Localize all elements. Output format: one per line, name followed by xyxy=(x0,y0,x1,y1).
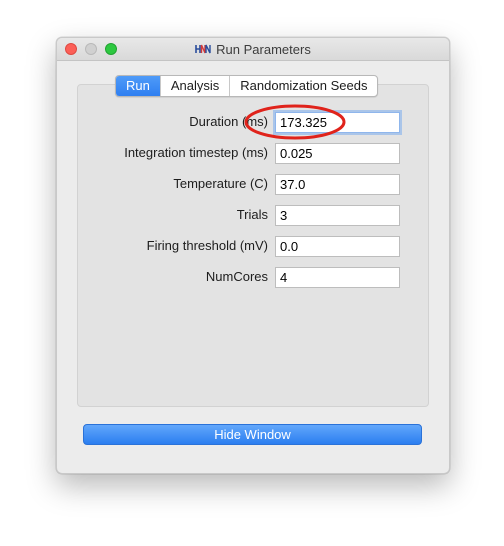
field-row-temperature: Temperature (C) 37.0 xyxy=(78,174,428,195)
field-row-firing-threshold: Firing threshold (mV) 0.0 xyxy=(78,236,428,257)
temperature-label: Temperature (C) xyxy=(173,176,268,191)
field-row-trials: Trials 3 xyxy=(78,205,428,226)
window-title-group: Run Parameters xyxy=(57,38,449,60)
firing-threshold-input[interactable]: 0.0 xyxy=(275,236,400,257)
hide-window-button[interactable]: Hide Window xyxy=(83,424,422,445)
tab-randomization-seeds[interactable]: Randomization Seeds xyxy=(229,76,377,96)
field-row-numcores: NumCores 4 xyxy=(78,267,428,288)
firing-threshold-label: Firing threshold (mV) xyxy=(146,238,268,253)
integration-timestep-input[interactable]: 0.025 xyxy=(275,143,400,164)
trials-input[interactable]: 3 xyxy=(275,205,400,226)
trials-label: Trials xyxy=(236,207,268,222)
title-bar[interactable]: Run Parameters xyxy=(57,38,449,61)
tab-analysis[interactable]: Analysis xyxy=(159,76,229,96)
duration-label: Duration (ms) xyxy=(189,114,268,129)
duration-input[interactable]: 173.325 xyxy=(275,112,400,133)
tab-content-panel: Duration (ms) 173.325 Integration timest… xyxy=(77,84,429,407)
field-row-integration-timestep: Integration timestep (ms) 0.025 xyxy=(78,143,428,164)
field-row-duration: Duration (ms) 173.325 xyxy=(78,112,428,133)
integration-timestep-label: Integration timestep (ms) xyxy=(124,145,268,160)
hnn-logo-icon xyxy=(195,44,211,54)
numcores-input[interactable]: 4 xyxy=(275,267,400,288)
temperature-input[interactable]: 37.0 xyxy=(275,174,400,195)
numcores-label: NumCores xyxy=(205,269,268,284)
tab-run[interactable]: Run xyxy=(116,76,160,96)
window-title: Run Parameters xyxy=(216,41,311,57)
run-parameters-window: Run Parameters Duration (ms) 173.325 Int… xyxy=(56,37,450,474)
tab-bar: Run Analysis Randomization Seeds xyxy=(115,75,379,97)
